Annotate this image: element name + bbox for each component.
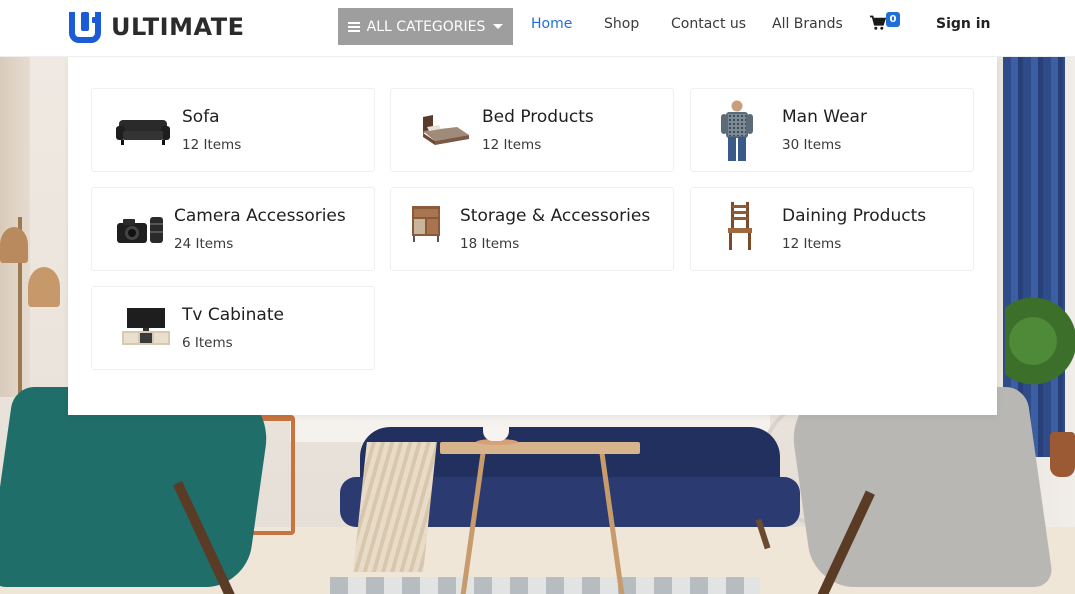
man-wear-icon: [708, 99, 766, 163]
sign-in-link[interactable]: Sign in: [936, 16, 991, 32]
nav-link-contact-us[interactable]: Contact us: [671, 16, 746, 32]
category-name: Camera Accessories: [174, 206, 346, 226]
category-name: Sofa: [182, 107, 220, 127]
logo-icon: [69, 9, 105, 45]
all-categories-label: ALL CATEGORIES: [366, 18, 486, 35]
category-count: 24 Items: [174, 236, 234, 252]
storage-icon: [401, 200, 451, 248]
category-count: 6 Items: [182, 335, 233, 351]
cart-count-badge: 0: [886, 12, 900, 27]
category-count: 18 Items: [460, 236, 520, 252]
category-name: Man Wear: [782, 107, 867, 127]
cart-icon: [870, 15, 886, 30]
cart-button[interactable]: 0: [870, 12, 900, 31]
category-count: 12 Items: [482, 137, 542, 153]
brand-name: ULTIMATE: [111, 13, 245, 41]
menu-icon: [347, 20, 360, 34]
nav-link-home[interactable]: Home: [531, 16, 572, 32]
category-count: 30 Items: [782, 137, 842, 153]
chair-icon: [711, 202, 769, 250]
tv-cabinet-icon: [117, 303, 175, 351]
nav-link-shop[interactable]: Shop: [604, 16, 639, 32]
all-categories-dropdown-button[interactable]: ALL CATEGORIES: [338, 8, 513, 45]
category-card-storage-accessories[interactable]: Storage & Accessories 18 Items: [390, 187, 674, 271]
category-name: Bed Products: [482, 107, 594, 127]
category-card-bed-products[interactable]: Bed Products 12 Items: [390, 88, 674, 172]
brand-logo[interactable]: ULTIMATE: [69, 9, 244, 45]
camera-icon: [112, 206, 170, 254]
sofa-icon: [114, 107, 172, 155]
nav-link-all-brands[interactable]: All Brands: [772, 16, 843, 32]
category-card-camera-accessories[interactable]: Camera Accessories 24 Items: [91, 187, 375, 271]
category-name: Storage & Accessories: [460, 206, 651, 226]
category-name: Tv Cabinate: [182, 305, 284, 325]
category-card-tv-cabinate[interactable]: Tv Cabinate 6 Items: [91, 286, 375, 370]
category-card-sofa[interactable]: Sofa 12 Items: [91, 88, 375, 172]
category-card-daining-products[interactable]: Daining Products 12 Items: [690, 187, 974, 271]
categories-dropdown-menu: Sofa 12 Items Bed Products 12 Items Man …: [68, 57, 997, 415]
category-count: 12 Items: [782, 236, 842, 252]
category-card-man-wear[interactable]: Man Wear 30 Items: [690, 88, 974, 172]
category-count: 12 Items: [182, 137, 242, 153]
top-navbar: ULTIMATE ALL CATEGORIES Home Shop Contac…: [0, 0, 1075, 57]
bed-icon: [413, 107, 471, 155]
caret-down-icon: [493, 24, 504, 29]
category-name: Daining Products: [782, 206, 927, 226]
